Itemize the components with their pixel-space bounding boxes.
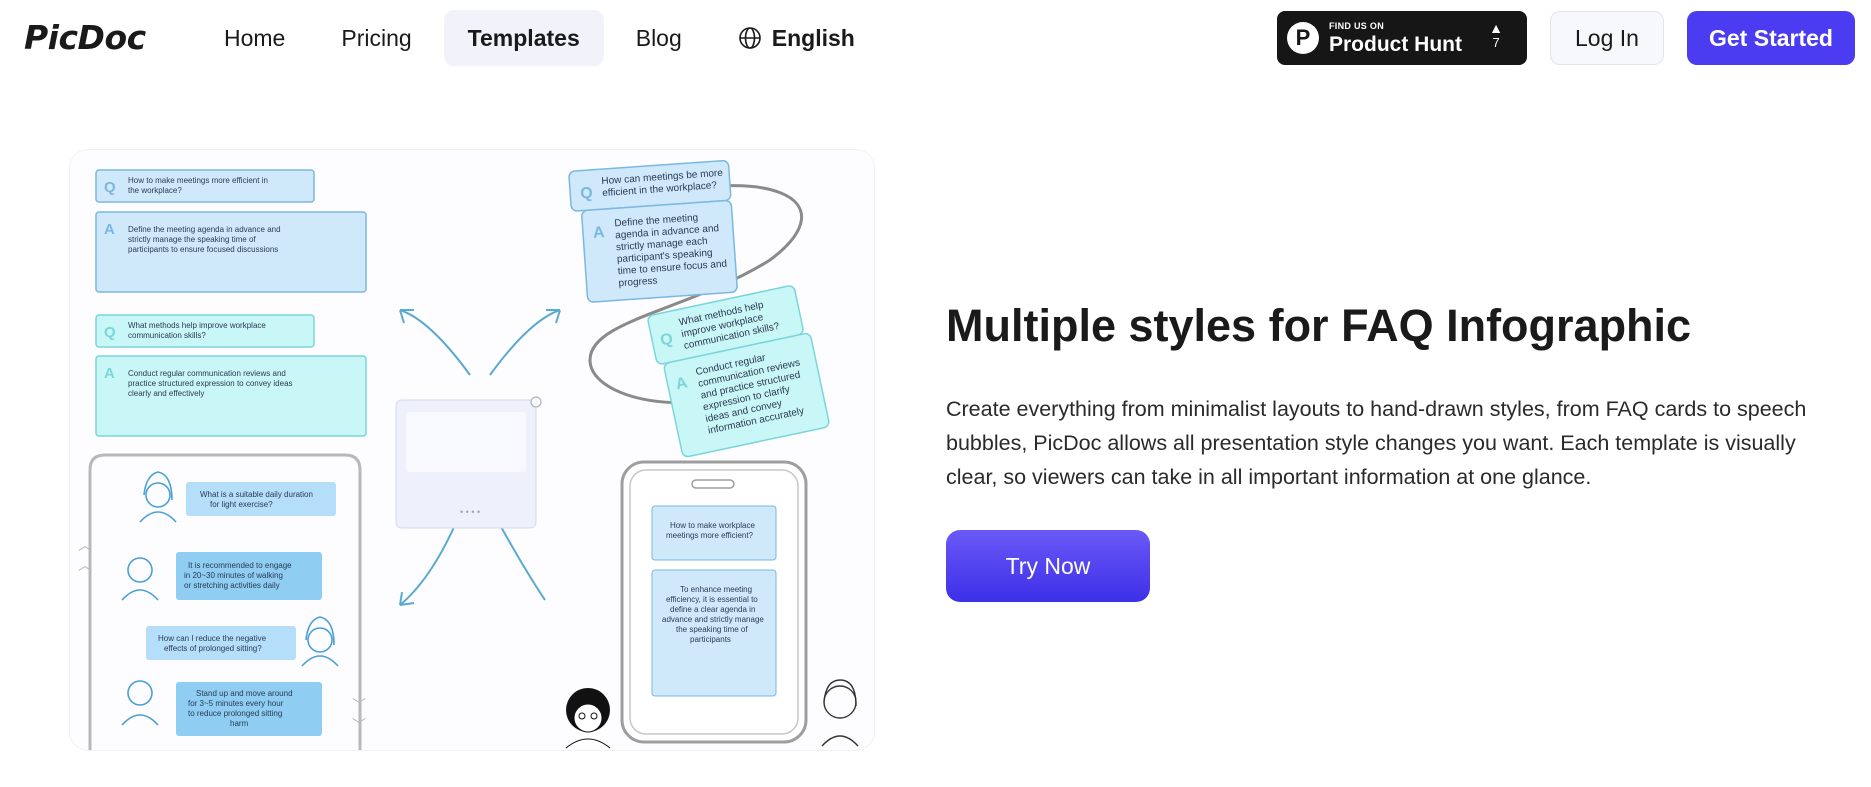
faq-card-style: Q How to make meetings more efficient in… [95,169,367,437]
section-headline: Multiple styles for FAQ Infographic [946,300,1692,351]
card-q2-line1: What methods help improve workplace [128,321,266,330]
a-badge-2: A [104,365,115,382]
picdoc-logo[interactable]: PicDoc [24,18,146,57]
chat-b2-line2: in 20~30 minutes of walking [184,571,283,580]
phone-mockup-style: How to make workplace meetings more effi… [565,460,859,749]
svg-text:︿: ︿ [78,537,92,553]
chat-b4-line2: for 3~5 minutes every hour [188,699,284,708]
language-label: English [771,24,855,51]
card-a1-line3: participants to ensure focused discussio… [128,245,278,254]
chat-bubble-style: ︿ ︿ ﹀ ﹀ What is a suitable daily duratio… [78,453,366,750]
q-badge-2: Q [104,324,116,341]
nav-blog-label: Blog [635,24,682,51]
section-description: Create everything from minimalist layout… [946,397,1807,489]
tilted-q-badge: Q [580,185,594,203]
product-hunt-label: Product Hunt [1329,32,1462,56]
nav-pricing-label: Pricing [341,24,412,51]
login-button[interactable]: Log In [1550,11,1664,65]
chat-b3-line1: How can I reduce the negative [158,634,267,643]
phone-a-line1: To enhance meeting [680,585,752,594]
nav-home[interactable]: Home [200,10,309,66]
card-q1-line1: How to make meetings more efficient in [128,176,268,185]
try-now-button[interactable]: Try Now [946,530,1150,602]
chat-b4-line3: to reduce prolonged sitting [188,709,282,718]
q-badge: Q [104,179,116,196]
svg-text:﹀: ﹀ [352,717,366,733]
card-a2-line2: practice structured expression to convey… [128,379,293,388]
phone-a-line5: the speaking time of [676,625,748,634]
product-hunt-icon: P [1287,22,1319,54]
product-hunt-badge[interactable]: P FIND US ON Product Hunt ▲ 7 [1277,11,1527,65]
upvote-count: ▲ 7 [1489,20,1503,51]
nav-pricing[interactable]: Pricing [317,10,435,66]
nav-templates[interactable]: Templates [443,10,604,66]
phone-a-line2: efficiency, it is essential to [666,595,758,604]
card-q1-line2: the workplace? [128,186,182,195]
card-a1-line1: Define the meeting agenda in advance and [128,225,281,234]
avatar-man-1 [121,557,159,601]
get-started-button[interactable]: Get Started [1687,11,1855,65]
phone-q-line1: How to make workplace [670,521,755,530]
chat-b3-line2: effects of prolonged sitting? [164,644,262,653]
avatar-woman-1 [139,471,177,523]
center-template-card: • • • • [395,396,542,529]
product-hunt-small-label: FIND US ON [1329,20,1385,31]
avatar-woman-2 [301,616,339,667]
globe-icon [738,27,761,49]
main-nav: Home Pricing Templates Blog English [200,10,887,66]
avatar-person-bob [821,679,859,747]
card-a2-line3: clearly and effectively [128,389,204,398]
card-a2-line1: Conduct regular communication reviews an… [128,369,286,378]
try-now-label: Try Now [1005,552,1091,579]
phone-a-line4: advance and strictly manage [662,615,764,624]
phone-q-line2: meetings more efficient? [666,531,754,540]
card-a1-line2: strictly manage the speaking time of [128,235,256,244]
avatar-person-curly [565,688,611,749]
upvote-arrow-icon: ▲ [1489,20,1503,36]
top-navigation-bar: PicDoc Home Pricing Templates Blog Engli… [0,0,1871,78]
phone-a-line3: define a clear agenda in [670,605,755,614]
avatar-man-2 [121,680,159,726]
tilted-a-badge: A [592,224,605,242]
login-label: Log In [1575,24,1639,51]
svg-text:• • • •: • • • • [460,507,480,517]
chat-b1-line2: for light exercise? [210,500,273,509]
chat-b4-line1: Stand up and move around [196,689,293,698]
svg-text:﹀: ﹀ [352,697,366,713]
phone-a-line6: participants [690,635,731,644]
faq-styles-collage: Q How to make meetings more efficient in… [78,159,859,750]
chat-b2-line1: It is recommended to engage [188,561,292,570]
svg-text:︿: ︿ [78,557,92,573]
card-q2-line2: communication skills? [128,331,206,340]
chat-b2-line3: or stretching activities daily [184,581,280,590]
a-badge: A [104,221,115,238]
chat-b1-line1: What is a suitable daily duration [200,490,313,499]
logo-text: PicDoc [24,18,146,57]
language-selector[interactable]: English [714,10,879,66]
nav-templates-label: Templates [467,24,580,51]
nav-blog[interactable]: Blog [612,10,706,66]
nav-home-label: Home [224,24,286,51]
tilted-note-style: Q How can meetings be more efficient in … [568,159,830,458]
chat-b4-line4: harm [230,719,249,728]
faq-infographic-illustration: Q How to make meetings more efficient in… [70,150,874,750]
upvote-number: 7 [1492,35,1500,51]
get-started-label: Get Started [1709,24,1833,51]
